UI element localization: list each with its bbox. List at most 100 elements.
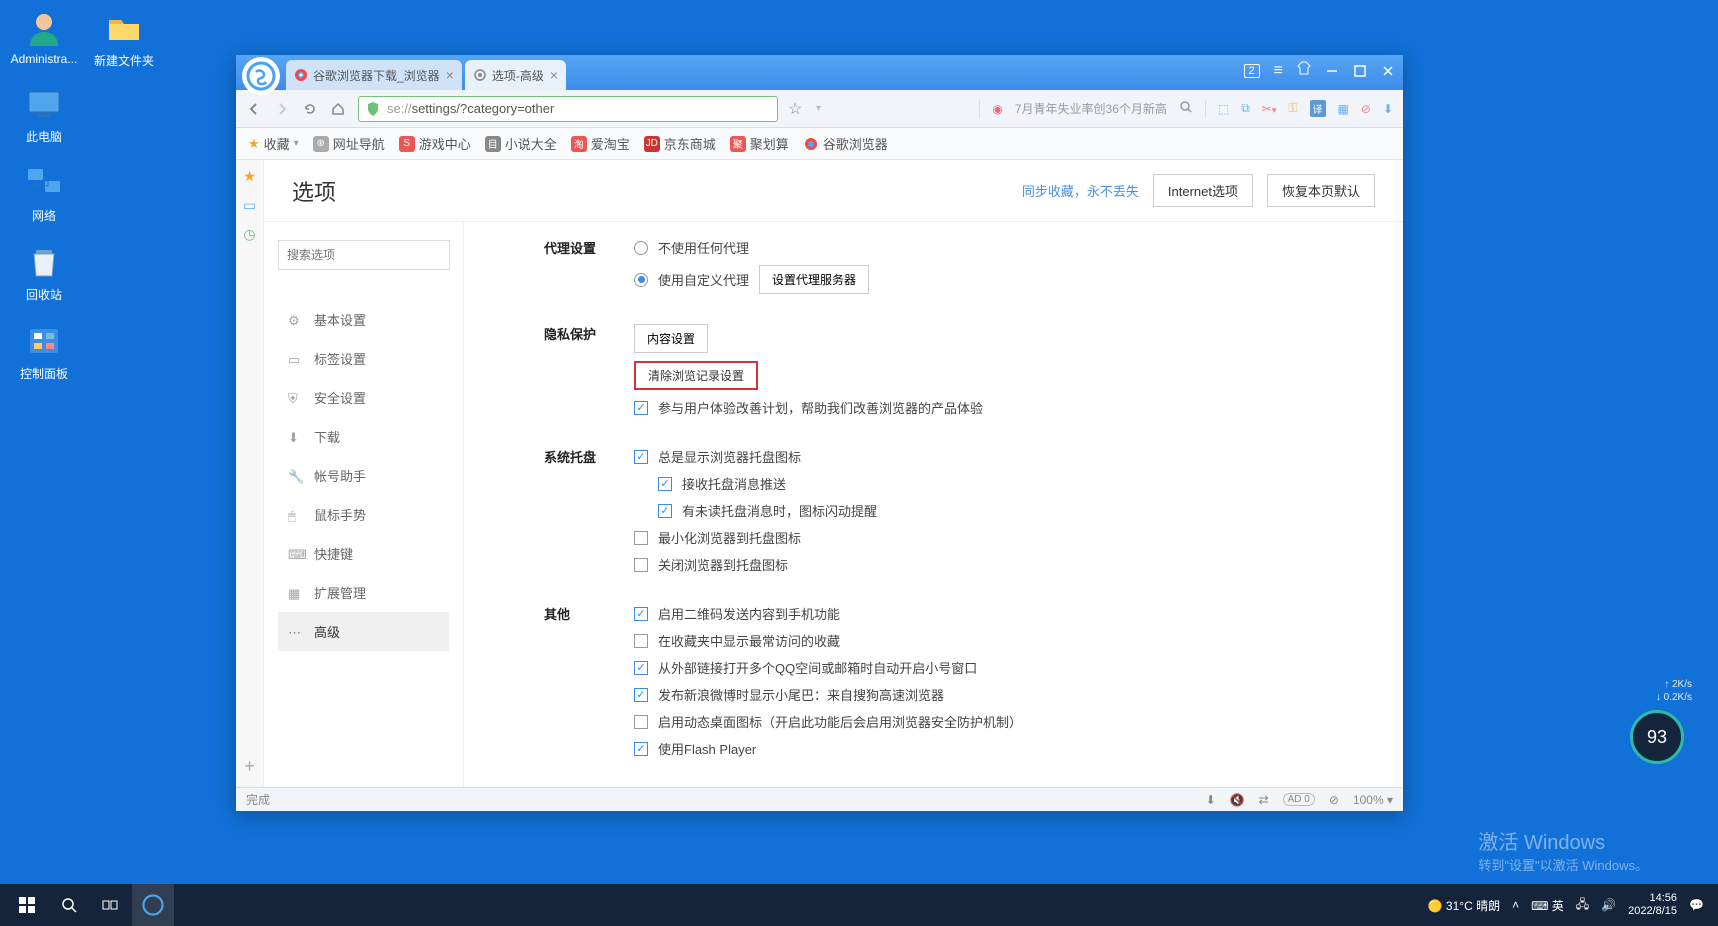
rail-history-icon[interactable]: ◷ <box>243 226 255 243</box>
maximize-icon[interactable] <box>1353 64 1367 78</box>
status-mute-icon[interactable]: 🔇 <box>1230 793 1245 807</box>
nav-forward-icon[interactable] <box>274 100 292 118</box>
settings-pane: 代理设置 不使用任何代理 使用自定义代理设置代理服务器 隐私保护 内容设置 清除… <box>464 222 1403 787</box>
bookmark-taobao[interactable]: 淘爱淘宝 <box>571 134 630 153</box>
tray-volume-icon[interactable]: 🔊 <box>1601 898 1616 912</box>
proxy-server-button[interactable]: 设置代理服务器 <box>759 265 869 294</box>
status-proxy-icon[interactable]: ⇄ <box>1259 793 1269 807</box>
desktop-icon-recycle[interactable]: 回收站 <box>8 242 80 303</box>
checkbox-tray-blink[interactable] <box>658 504 672 518</box>
desktop-icon-newfolder[interactable]: 新建文件夹 <box>88 8 160 69</box>
radio-custom-proxy[interactable] <box>634 273 648 287</box>
rail-star-icon[interactable]: ★ <box>243 168 256 185</box>
desktop-icon-controlpanel[interactable]: 控制面板 <box>8 321 80 382</box>
bookmark-game[interactable]: S游戏中心 <box>399 134 471 153</box>
capture-icon[interactable]: ⧉ <box>1241 101 1250 116</box>
checkbox-fav-mostvisited[interactable] <box>634 634 648 648</box>
scissors-icon[interactable]: ✂▾ <box>1262 102 1277 116</box>
status-ad-icon[interactable]: AD 0 <box>1283 793 1315 806</box>
key-icon[interactable]: ⚿ <box>1288 101 1297 116</box>
checkbox-flash[interactable] <box>634 742 648 756</box>
checkbox-multi-qq[interactable] <box>634 661 648 675</box>
network-status-icon[interactable]: ⊘ <box>1361 102 1371 116</box>
nav-account[interactable]: 🔧帐号助手 <box>278 456 449 495</box>
taskbar-search-icon[interactable] <box>48 884 90 926</box>
settings-nav: ⚙基本设置 ▭标签设置 ⛨安全设置 ⬇下载 🔧帐号助手 🖱鼠标手势 ⌨快捷键 ▦… <box>264 222 464 787</box>
restore-defaults-button[interactable]: 恢复本页默认 <box>1267 174 1375 207</box>
tab-count-badge[interactable]: 2 <box>1244 64 1260 78</box>
nav-shortcut[interactable]: ⌨快捷键 <box>278 534 449 573</box>
tray-network-icon[interactable]: 🖧 <box>1576 895 1589 916</box>
status-zoom[interactable]: 100% ▾ <box>1353 793 1393 807</box>
checkbox-always-tray[interactable] <box>634 450 648 464</box>
checkbox-tray-push[interactable] <box>658 477 672 491</box>
nav-extensions[interactable]: ▦扩展管理 <box>278 573 449 612</box>
nav-security[interactable]: ⛨安全设置 <box>278 378 449 417</box>
content-settings-button[interactable]: 内容设置 <box>634 324 708 353</box>
radio-no-proxy[interactable] <box>634 241 648 255</box>
nav-back-icon[interactable] <box>246 100 264 118</box>
nav-tabs[interactable]: ▭标签设置 <box>278 339 449 378</box>
checkbox-minimize-tray[interactable] <box>634 531 648 545</box>
tab-title: 谷歌浏览器下载_浏览器 <box>313 67 440 84</box>
nav-advanced[interactable]: ⋯高级 <box>278 612 449 651</box>
bookmark-nav[interactable]: ⊕网址导航 <box>313 134 385 153</box>
menu-icon[interactable]: ≡ <box>1274 62 1283 80</box>
nav-download[interactable]: ⬇下载 <box>278 417 449 456</box>
close-icon[interactable] <box>1381 64 1395 78</box>
search-icon[interactable] <box>1179 100 1193 117</box>
taskbar-sogou-icon[interactable] <box>132 884 174 926</box>
desktop-icon-thispc[interactable]: 此电脑 <box>8 84 80 145</box>
checkbox-ux-plan[interactable] <box>634 401 648 415</box>
rail-plus-icon[interactable]: + <box>244 756 255 777</box>
desktop-icon-admin[interactable]: Administra... <box>8 8 80 66</box>
weather-widget[interactable]: 🟡 31°C 晴朗 <box>1428 897 1500 914</box>
checkbox-close-tray[interactable] <box>634 558 648 572</box>
bookmark-chrome[interactable]: 谷歌浏览器 <box>803 134 888 153</box>
desktop-icon-network[interactable]: 网络 <box>8 163 80 224</box>
tray-ime[interactable]: ⌨ 英 <box>1531 897 1564 914</box>
tab-settings-advanced[interactable]: 选项-高级 × <box>465 60 566 90</box>
bookmark-jd[interactable]: JD京东商城 <box>644 134 716 153</box>
tab-close-icon[interactable]: × <box>446 67 454 83</box>
notification-icon[interactable]: 💬 <box>1689 898 1704 912</box>
extension-icon[interactable]: ⬚ <box>1218 102 1229 116</box>
internet-options-button[interactable]: Internet选项 <box>1153 174 1253 207</box>
minimize-icon[interactable] <box>1325 64 1339 78</box>
netspeed-widget: ↑ 2K/s ↓ 0.2K/s <box>1656 678 1692 704</box>
nav-home-icon[interactable] <box>330 100 348 118</box>
taskview-icon[interactable] <box>90 884 132 926</box>
tray-chevron-up-icon[interactable]: ˄ <box>1512 898 1519 912</box>
start-button[interactable] <box>6 884 48 926</box>
nav-reload-icon[interactable] <box>302 100 320 118</box>
clear-history-button[interactable]: 清除浏览记录设置 <box>634 361 758 390</box>
bookmark-favorites[interactable]: ★收藏▾ <box>248 134 299 153</box>
hot-news-text[interactable]: 7月青年失业率创36个月新高 <box>1015 100 1167 117</box>
system-monitor-floater[interactable]: 93 <box>1630 710 1684 764</box>
download-icon[interactable]: ⬇ <box>1383 102 1393 116</box>
skin-icon[interactable] <box>1297 61 1311 80</box>
settings-search-input[interactable] <box>278 240 450 270</box>
tab-chrome-download[interactable]: 谷歌浏览器下载_浏览器 × <box>286 60 462 90</box>
checkbox-qrcode[interactable] <box>634 607 648 621</box>
status-download-icon[interactable]: ⬇ <box>1206 793 1216 807</box>
checkbox-dynamic-desktop[interactable] <box>634 715 648 729</box>
gear-icon <box>473 68 487 82</box>
translate-icon[interactable]: 译 <box>1310 100 1326 117</box>
nav-gesture[interactable]: 🖱鼠标手势 <box>278 495 449 534</box>
tab-close-icon[interactable]: × <box>550 67 558 83</box>
grid-icon[interactable]: ▦ <box>1338 102 1349 116</box>
nav-basic[interactable]: ⚙基本设置 <box>278 300 449 339</box>
checkbox-weibo-tail[interactable] <box>634 688 648 702</box>
bookmark-ju[interactable]: 聚聚划算 <box>730 134 789 153</box>
chevron-down-icon[interactable]: ▾ <box>816 100 834 118</box>
star-icon[interactable]: ☆ <box>788 100 806 118</box>
clock[interactable]: 14:56 2022/8/15 <box>1628 892 1677 918</box>
section-proxy: 代理设置 不使用任何代理 使用自定义代理设置代理服务器 <box>544 238 1363 294</box>
url-input[interactable]: se://settings/?category=other <box>358 96 778 122</box>
desktop-label: 控制面板 <box>20 367 68 381</box>
rail-book-icon[interactable]: ▭ <box>243 197 256 214</box>
status-net-icon[interactable]: ⊘ <box>1329 793 1339 807</box>
bookmark-novel[interactable]: 目小说大全 <box>485 134 557 153</box>
sync-link[interactable]: 同步收藏，永不丢失 <box>1022 181 1139 200</box>
